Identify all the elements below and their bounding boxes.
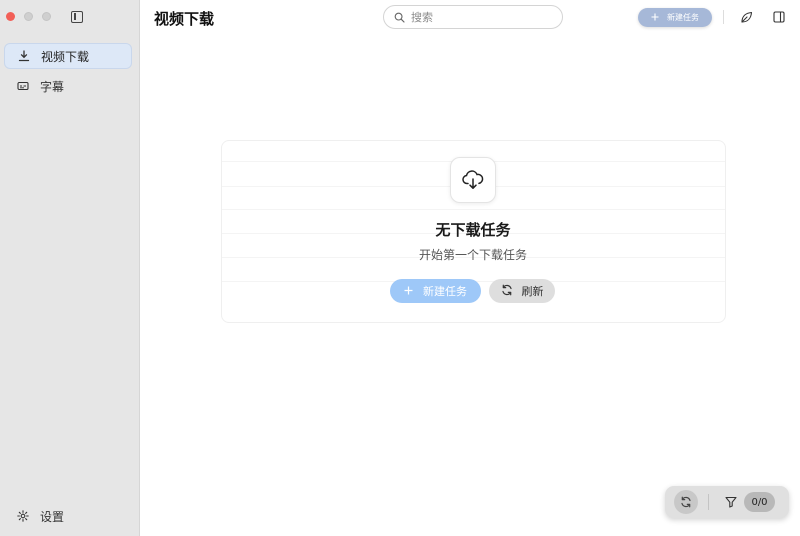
panel-toggle-icon[interactable]: [772, 10, 786, 24]
sidebar-item-label: 字幕: [40, 79, 65, 94]
sidebar-item-video-download[interactable]: 视频下载: [4, 43, 132, 69]
search-box[interactable]: [383, 5, 563, 29]
sidebar-item-subtitle[interactable]: 字幕: [4, 73, 132, 99]
sidebar-item-label: 设置: [40, 509, 65, 524]
toolbar-divider: [708, 494, 709, 510]
leaf-icon[interactable]: [739, 10, 753, 24]
refresh-icon: [501, 284, 513, 299]
page-title: 视频下载: [154, 10, 215, 28]
empty-state-title: 无下载任务: [435, 221, 511, 239]
subtitle-icon: [16, 79, 30, 93]
refresh-button[interactable]: 刷新: [489, 279, 555, 303]
floating-toolbar: 0/0: [665, 486, 789, 518]
sidebar-item-settings[interactable]: 设置: [4, 503, 132, 529]
auto-refresh-button[interactable]: [674, 490, 698, 514]
search-input[interactable]: [411, 10, 551, 24]
minimize-window-button[interactable]: [24, 12, 33, 21]
close-window-button[interactable]: [6, 12, 15, 21]
sidebar: 视频下载 字幕 设置: [0, 0, 140, 536]
maximize-window-button[interactable]: [42, 12, 51, 21]
plus-icon: [651, 13, 659, 23]
new-task-button-header[interactable]: 新建任务: [638, 8, 712, 27]
window-controls: [6, 12, 51, 21]
task-count-badge: 0/0: [744, 492, 775, 512]
gear-icon: [16, 509, 30, 523]
sidebar-item-label: 视频下载: [41, 49, 90, 64]
plus-icon: [404, 285, 413, 298]
header-divider: [723, 10, 724, 24]
new-task-label: 新建任务: [423, 285, 467, 298]
refresh-label: 刷新: [521, 285, 544, 298]
new-task-label: 新建任务: [667, 13, 699, 22]
cloud-download-icon: [450, 157, 496, 203]
empty-state-subtitle: 开始第一个下载任务: [418, 248, 527, 262]
refresh-icon: [680, 493, 692, 512]
sidebar-toggle-icon[interactable]: [71, 11, 83, 23]
search-icon: [394, 8, 405, 27]
new-task-button[interactable]: 新建任务: [390, 279, 481, 303]
filter-icon[interactable]: [724, 495, 738, 509]
download-icon: [17, 49, 31, 63]
